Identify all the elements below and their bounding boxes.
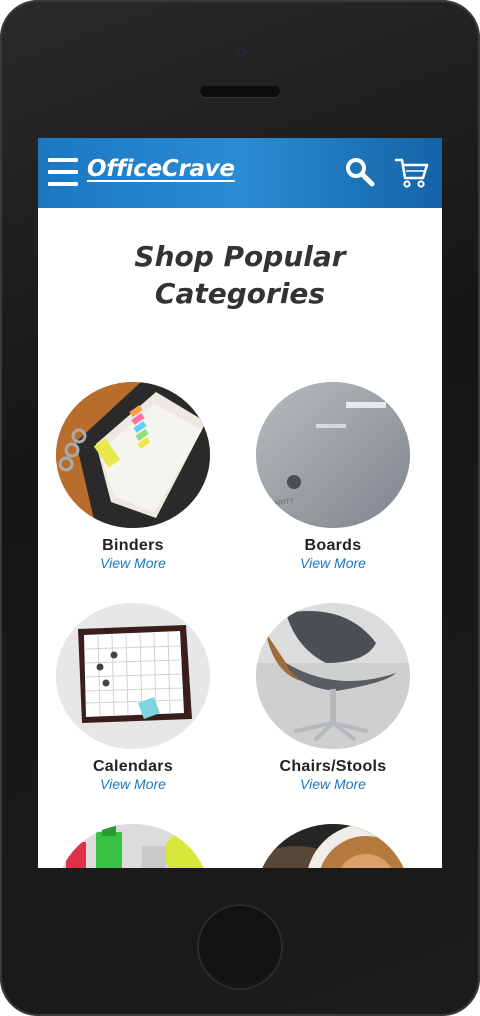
view-more-link[interactable]: View More xyxy=(38,776,228,792)
category-binders[interactable]: Binders View More xyxy=(38,382,228,571)
site-header: OfficeCrave xyxy=(38,138,442,208)
page-title-line-2: Categories xyxy=(154,277,326,310)
view-more-link[interactable]: View More xyxy=(238,555,428,571)
category-label: Boards xyxy=(304,537,362,554)
earpiece-speaker xyxy=(200,86,280,97)
category-partial-right[interactable] xyxy=(238,824,428,868)
home-button[interactable] xyxy=(197,904,283,990)
cart-icon[interactable] xyxy=(394,156,430,190)
binders-image[interactable] xyxy=(56,382,210,528)
category-calendars[interactable]: Calendars View More xyxy=(38,603,228,792)
view-more-link[interactable]: View More xyxy=(238,776,428,792)
category-label: Calendars xyxy=(92,758,174,775)
calendars-image[interactable] xyxy=(56,603,210,749)
chairs-stools-image[interactable] xyxy=(256,603,410,749)
brand-logo[interactable]: OfficeCrave xyxy=(87,156,235,182)
boards-image[interactable]: ARITY xyxy=(256,382,410,528)
page-title-line-1: Shop Popular xyxy=(134,240,346,273)
front-camera xyxy=(237,48,244,55)
category-boards[interactable]: ARITY Boards View More xyxy=(238,382,428,571)
category-label: Chairs/Stools xyxy=(279,758,387,775)
coffee-image[interactable] xyxy=(256,824,410,868)
screen: OfficeCrave Shop Popular Categories Bind… xyxy=(38,138,442,868)
view-more-link[interactable]: View More xyxy=(38,555,228,571)
cleaning-supplies-image[interactable] xyxy=(56,824,210,868)
category-label: Binders xyxy=(102,537,164,554)
category-chairs-stools[interactable]: Chairs/Stools View More xyxy=(238,603,428,792)
hamburger-icon[interactable] xyxy=(48,158,78,186)
category-partial-left[interactable] xyxy=(38,824,228,868)
search-icon[interactable] xyxy=(344,156,376,188)
page-title: Shop Popular Categories xyxy=(38,238,442,312)
